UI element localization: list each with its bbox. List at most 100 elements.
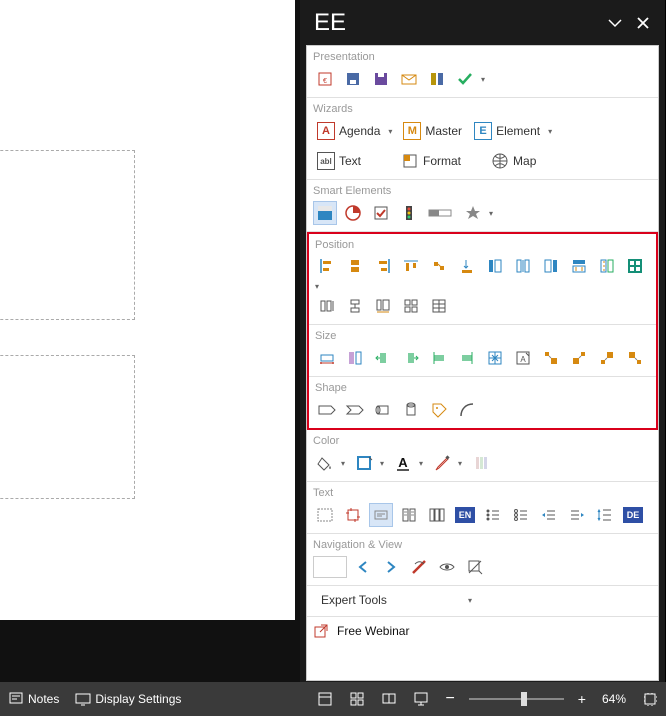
crop-icon[interactable] [341,503,365,527]
close-icon[interactable] [629,9,657,37]
zoom-slider[interactable] [469,698,564,700]
hide-slide-icon[interactable] [407,555,431,579]
progress-icon[interactable] [425,201,457,225]
lock-ratio-icon[interactable]: A [511,346,535,370]
dock-right-icon[interactable] [539,254,563,278]
align-center-icon[interactable] [343,254,367,278]
share-icon[interactable] [369,67,393,91]
distribute-horiz-icon[interactable] [623,254,647,278]
lang-de-button[interactable]: DE [621,503,645,527]
dock-left-icon[interactable] [483,254,507,278]
resize-tl-icon[interactable] [539,346,563,370]
chevron-down-icon[interactable]: ▾ [385,127,395,136]
font-color-icon[interactable]: A [391,451,415,475]
element-button[interactable]: E Element [470,119,544,143]
chevron-down-icon[interactable]: ▾ [478,75,488,84]
grid-icon[interactable] [399,294,423,318]
chevron-down-icon[interactable]: ▾ [338,459,348,468]
collapse-icon[interactable] [601,9,629,37]
arrow-right-icon[interactable] [379,555,403,579]
palette-icon[interactable] [469,451,493,475]
stretch-right-icon[interactable] [399,346,423,370]
chevron-down-icon[interactable]: ▾ [416,459,426,468]
lang-en-button[interactable]: EN [453,503,477,527]
chevron-down-icon[interactable]: ▾ [312,282,322,291]
golden-icon[interactable] [371,294,395,318]
swap-icon[interactable] [343,294,367,318]
chevron-down-icon[interactable]: ▾ [545,127,555,136]
free-webinar-link[interactable]: Free Webinar [307,617,658,645]
protect-icon[interactable] [425,67,449,91]
slide-preview[interactable] [0,0,295,620]
placeholder-box[interactable] [0,355,135,499]
reading-view-button[interactable] [373,682,405,716]
stretch-left-icon[interactable] [371,346,395,370]
chevron-down-icon[interactable]: ▾ [486,209,496,218]
sorter-view-button[interactable] [341,682,373,716]
line-color-icon[interactable] [352,451,376,475]
pentagon-icon[interactable] [315,398,339,422]
format-button[interactable]: Format [397,149,465,173]
zoom-thumb[interactable] [521,692,527,706]
tag-icon[interactable] [427,398,451,422]
text-button[interactable]: abl Text [313,149,365,173]
resize-tr-icon[interactable] [567,346,591,370]
chevron-down-icon[interactable]: ▾ [455,459,465,468]
expert-tools-dropdown[interactable]: Expert Tools ▾ [313,589,483,611]
arc-icon[interactable] [455,398,479,422]
checkbox-icon[interactable] [369,201,393,225]
placeholder-box[interactable] [0,150,135,320]
harvey-ball-1-icon[interactable] [313,201,337,225]
slideshow-button[interactable] [405,682,437,716]
distribute-vert-icon[interactable] [595,254,619,278]
show-icon[interactable] [435,555,459,579]
bullets-icon[interactable] [481,503,505,527]
align-left-icon[interactable] [315,254,339,278]
resize-br-icon[interactable] [623,346,647,370]
align-top-icon[interactable] [399,254,423,278]
indent-left-icon[interactable] [537,503,561,527]
save-icon[interactable] [341,67,365,91]
resize-bl-icon[interactable] [595,346,619,370]
cylinder-h-icon[interactable] [371,398,395,422]
dock-center-icon[interactable] [511,254,535,278]
check-icon[interactable] [453,67,477,91]
line-spacing-icon[interactable] [593,503,617,527]
zoom-out-button[interactable]: − [437,682,462,716]
nav-input[interactable] [313,556,347,578]
align-middle-icon[interactable] [427,254,451,278]
zoom-level[interactable]: 64% [594,682,634,716]
master-button[interactable]: M Master [399,119,466,143]
textbox-icon[interactable] [369,503,393,527]
star-icon[interactable] [461,201,485,225]
bullets-outline-icon[interactable] [509,503,533,527]
cylinder-v-icon[interactable] [399,398,423,422]
align-right-icon[interactable] [371,254,395,278]
dock-top-icon[interactable] [567,254,591,278]
zoom-in-button[interactable]: + [570,682,594,716]
eyedropper-icon[interactable] [430,451,454,475]
same-height-icon[interactable] [343,346,367,370]
table-icon[interactable] [427,294,451,318]
wrap-icon[interactable] [313,503,337,527]
notes-button[interactable]: Notes [0,682,67,716]
display-settings-button[interactable]: Display Settings [67,682,189,716]
fill-icon[interactable] [313,451,337,475]
same-width-icon[interactable] [315,346,339,370]
zoom-fit-icon[interactable] [463,555,487,579]
columns-2-icon[interactable] [397,503,421,527]
fit-icon[interactable] [483,346,507,370]
agenda-button[interactable]: A Agenda [313,119,384,143]
chevron-down-icon[interactable]: ▾ [377,459,387,468]
map-button[interactable]: Map [487,149,540,173]
email-icon[interactable] [397,67,421,91]
align-bottom-icon[interactable] [455,254,479,278]
stretch-up-icon[interactable] [427,346,451,370]
normal-view-button[interactable] [309,682,341,716]
fit-window-button[interactable] [634,682,666,716]
indent-right-icon[interactable] [565,503,589,527]
pie-icon[interactable] [341,201,365,225]
columns-3-icon[interactable] [425,503,449,527]
arrow-left-icon[interactable] [351,555,375,579]
traffic-light-icon[interactable] [397,201,421,225]
